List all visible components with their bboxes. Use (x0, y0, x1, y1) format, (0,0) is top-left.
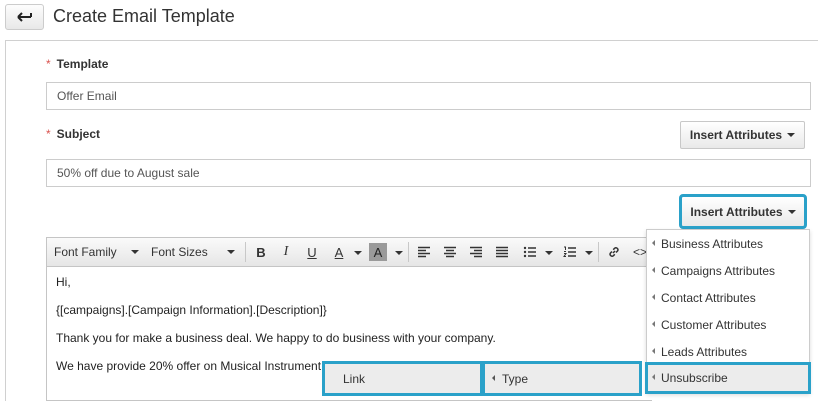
editor-toolbar: Font Family Font Sizes B I U A A <> (47, 238, 652, 267)
align-center-button[interactable] (439, 242, 461, 262)
chevron-down-icon (787, 209, 796, 214)
menu-item-unsubscribe[interactable]: Unsubscribe (645, 362, 811, 394)
caret-left-icon (492, 375, 495, 381)
editor-line: We have provide 20% offer on Musical Ins… (56, 359, 322, 373)
required-mark: * (46, 57, 51, 71)
caret-left-icon (652, 240, 655, 246)
chevron-down-icon (131, 250, 139, 254)
bold-button[interactable]: B (250, 242, 272, 262)
chevron-down-icon (787, 133, 796, 137)
chevron-down-icon[interactable] (585, 251, 593, 255)
menu-item-business-attributes[interactable]: Business Attributes (647, 230, 809, 257)
code-icon: <> (632, 245, 647, 259)
chevron-down-icon[interactable] (545, 251, 553, 255)
italic-button[interactable]: I (275, 242, 297, 262)
align-justify-button[interactable] (491, 242, 513, 262)
menu-item-customer-attributes[interactable]: Customer Attributes (647, 311, 809, 338)
caret-left-icon (652, 348, 655, 354)
template-label: * Template (46, 57, 109, 71)
chevron-down-icon[interactable] (354, 251, 362, 255)
bullet-list-icon (523, 246, 536, 258)
back-button[interactable] (5, 4, 44, 30)
editor-line: Thank you for make a business deal. We h… (56, 331, 496, 345)
link-icon (609, 247, 619, 257)
chevron-down-icon[interactable] (395, 251, 403, 255)
back-arrow-icon (16, 12, 32, 22)
align-left-button[interactable] (413, 242, 435, 262)
editor-line: Hi, (56, 275, 71, 289)
caret-left-icon (652, 374, 655, 380)
template-input[interactable]: Offer Email (46, 82, 811, 110)
type-submenu-item[interactable]: Type (482, 361, 642, 396)
caret-left-icon (652, 294, 655, 300)
align-justify-icon (496, 246, 508, 258)
align-left-icon (418, 246, 430, 258)
required-mark: * (46, 127, 51, 141)
caret-left-icon (652, 321, 655, 327)
top-bar: Create Email Template (0, 0, 818, 40)
link-submenu-item[interactable]: Link (322, 361, 483, 396)
font-sizes-select[interactable]: Font Sizes (147, 242, 239, 262)
align-right-icon (470, 246, 482, 258)
underline-button[interactable]: U (301, 242, 323, 262)
text-color-button[interactable]: A (328, 242, 350, 262)
numbered-list-button[interactable] (559, 242, 581, 262)
numbered-list-icon (563, 246, 576, 257)
caret-left-icon (652, 267, 655, 273)
menu-item-contact-attributes[interactable]: Contact Attributes (647, 284, 809, 311)
subject-label: * Subject (46, 127, 101, 141)
menu-item-leads-attributes[interactable]: Leads Attributes (647, 338, 809, 365)
page-title: Create Email Template (53, 6, 235, 26)
link-button[interactable] (603, 242, 625, 262)
font-family-select[interactable]: Font Family (50, 242, 143, 262)
align-right-button[interactable] (465, 242, 487, 262)
bullet-list-button[interactable] (519, 242, 541, 262)
editor-line: {[campaigns].[Campaign Information].[Des… (56, 303, 327, 317)
subject-input[interactable]: 50% off due to August sale (46, 159, 811, 187)
subject-insert-attributes-button[interactable]: Insert Attributes (680, 121, 805, 149)
attributes-dropdown: Business Attributes Campaigns Attributes… (645, 229, 811, 394)
bg-color-button[interactable]: A (369, 243, 387, 261)
body-insert-attributes-button[interactable]: Insert Attributes (679, 194, 807, 229)
chevron-down-icon (227, 250, 235, 254)
align-center-icon (444, 246, 456, 258)
menu-item-campaigns-attributes[interactable]: Campaigns Attributes (647, 257, 809, 284)
